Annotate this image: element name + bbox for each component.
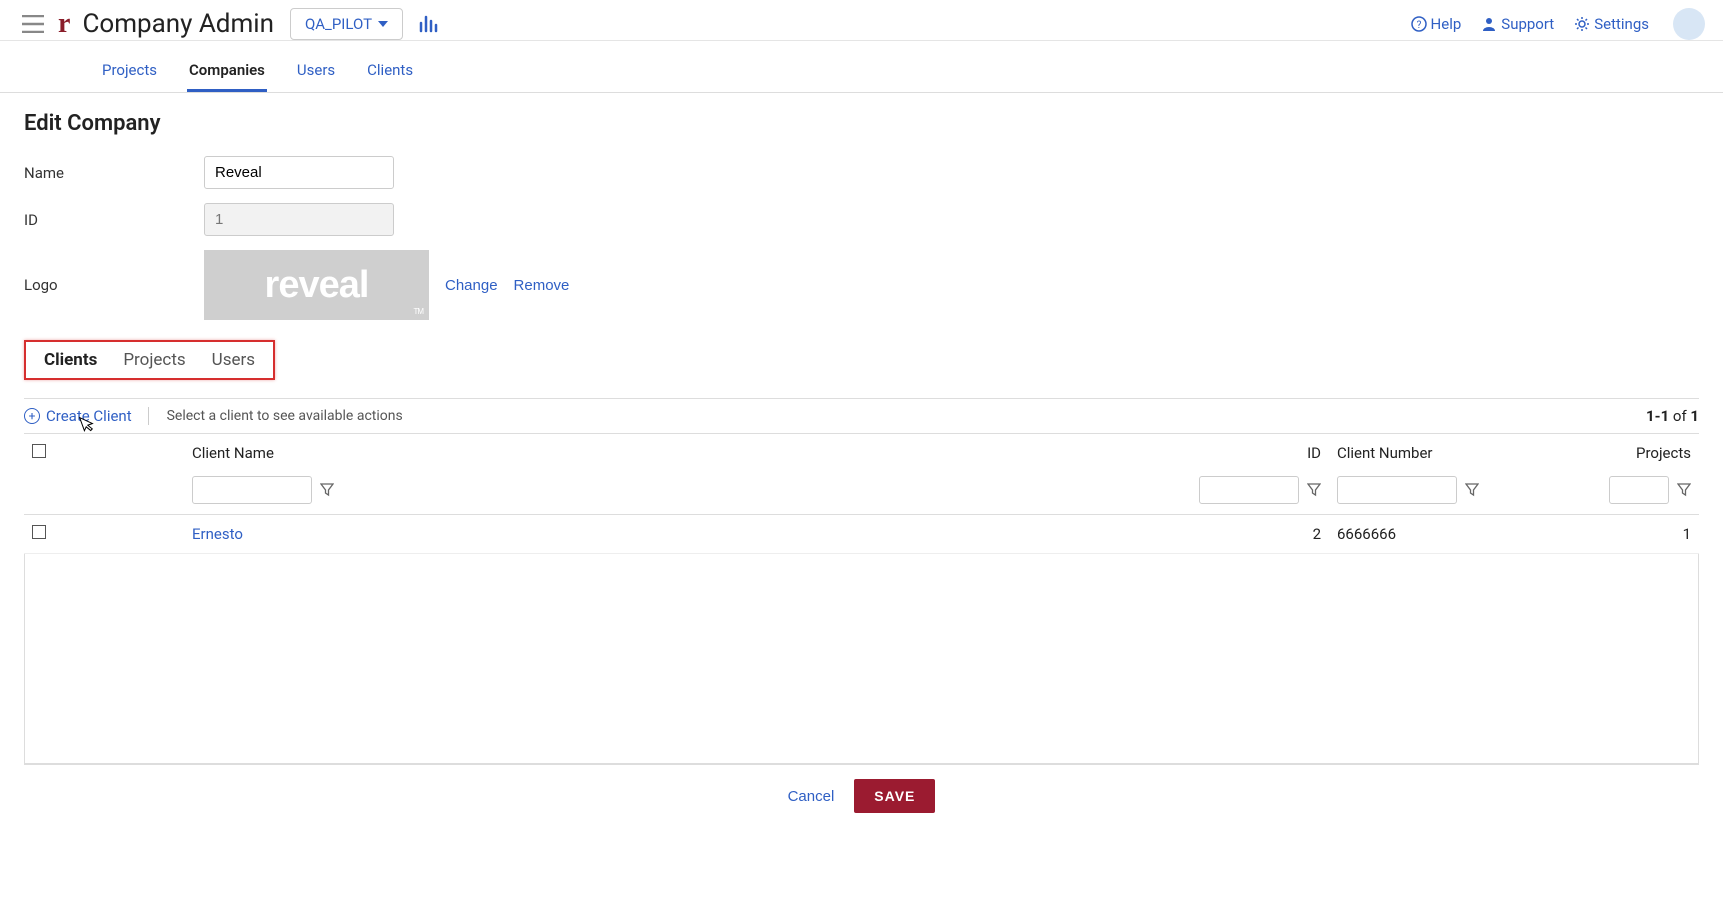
sub-tab-projects[interactable]: Projects xyxy=(115,348,193,372)
table-empty-space xyxy=(24,554,1699,764)
tab-projects[interactable]: Projects xyxy=(100,51,159,92)
table-row[interactable]: Ernesto 2 6666666 1 xyxy=(24,515,1699,554)
select-all-checkbox[interactable] xyxy=(32,444,46,458)
filter-projects[interactable] xyxy=(1609,476,1669,504)
filter-icon[interactable] xyxy=(1677,483,1691,497)
nav-tabs: Projects Companies Users Clients xyxy=(0,41,1723,93)
row-checkbox[interactable] xyxy=(32,525,46,539)
cell-client-number: 6666666 xyxy=(1329,515,1549,554)
environment-dropdown[interactable]: QA_PILOT xyxy=(290,8,403,40)
logo-tm: TM xyxy=(413,307,423,316)
filter-icon[interactable] xyxy=(1307,483,1321,497)
plus-circle-icon: + xyxy=(24,408,40,424)
tab-users[interactable]: Users xyxy=(295,51,337,92)
support-icon xyxy=(1481,16,1497,32)
environment-dropdown-label: QA_PILOT xyxy=(305,15,372,33)
form-row-id: ID xyxy=(24,203,1699,236)
change-logo-button[interactable]: Change xyxy=(445,277,498,294)
col-header-projects[interactable]: Projects xyxy=(1549,434,1699,472)
cell-projects: 1 xyxy=(1549,515,1699,554)
id-field xyxy=(204,203,394,236)
cell-id: 2 xyxy=(1191,515,1329,554)
pager-range: 1-1 xyxy=(1646,407,1669,425)
pager: 1-1 of 1 xyxy=(1646,407,1699,425)
id-label: ID xyxy=(24,211,204,229)
tab-clients[interactable]: Clients xyxy=(365,51,415,92)
brand-logo-icon: r xyxy=(58,8,70,40)
col-header-client-name[interactable]: Client Name xyxy=(184,434,1191,472)
settings-link[interactable]: Settings xyxy=(1574,15,1649,33)
filter-id[interactable] xyxy=(1199,476,1299,504)
action-bar: + Create Client Select a client to see a… xyxy=(24,398,1699,434)
page-title: Edit Company xyxy=(24,111,1699,136)
save-button[interactable]: SAVE xyxy=(854,779,935,813)
filter-client-number[interactable] xyxy=(1337,476,1457,504)
svg-text:?: ? xyxy=(1416,20,1421,31)
sub-tabs: Clients Projects Users xyxy=(24,340,275,380)
logo-label: Logo xyxy=(24,276,204,294)
name-label: Name xyxy=(24,164,204,182)
cancel-button[interactable]: Cancel xyxy=(788,788,835,805)
col-header-id[interactable]: ID xyxy=(1191,434,1329,472)
pager-of: of xyxy=(1669,407,1690,425)
help-label: Help xyxy=(1431,15,1462,33)
topbar-right: ? Help Support Settings xyxy=(1411,8,1705,40)
page-body: Edit Company Name ID Logo reveal TM Chan… xyxy=(0,93,1723,851)
create-client-button[interactable]: + Create Client xyxy=(24,407,149,425)
form-row-logo: Logo reveal TM Change Remove xyxy=(24,250,1699,320)
pager-total: 1 xyxy=(1690,407,1699,425)
col-header-client-number[interactable]: Client Number xyxy=(1329,434,1549,472)
support-link[interactable]: Support xyxy=(1481,15,1554,33)
logo-preview-text: reveal xyxy=(265,264,369,307)
app-title: Company Admin xyxy=(82,9,274,39)
topbar: r Company Admin QA_PILOT ? Help Support … xyxy=(0,0,1723,41)
name-field[interactable] xyxy=(204,156,394,189)
form-row-name: Name xyxy=(24,156,1699,189)
analytics-icon[interactable] xyxy=(419,15,439,33)
col-header-check xyxy=(24,434,184,472)
filter-icon[interactable] xyxy=(320,483,334,497)
clients-table: Client Name ID Client Number Projects xyxy=(24,434,1699,554)
filter-client-name[interactable] xyxy=(192,476,312,504)
action-hint: Select a client to see available actions xyxy=(167,408,403,424)
support-label: Support xyxy=(1501,15,1554,33)
tab-companies[interactable]: Companies xyxy=(187,51,267,92)
client-name-link[interactable]: Ernesto xyxy=(192,525,243,543)
sub-tab-clients[interactable]: Clients xyxy=(36,348,105,372)
remove-logo-button[interactable]: Remove xyxy=(514,277,570,294)
footer-actions: Cancel SAVE xyxy=(24,764,1699,833)
logo-preview: reveal TM xyxy=(204,250,429,320)
sub-tab-users[interactable]: Users xyxy=(204,348,263,372)
avatar[interactable] xyxy=(1673,8,1705,40)
help-link[interactable]: ? Help xyxy=(1411,15,1462,33)
gear-icon xyxy=(1574,16,1590,32)
caret-down-icon xyxy=(378,21,388,27)
hamburger-menu-icon[interactable] xyxy=(18,11,48,37)
help-icon: ? xyxy=(1411,16,1427,32)
settings-label: Settings xyxy=(1594,15,1649,33)
create-client-label: Create Client xyxy=(46,407,132,425)
filter-icon[interactable] xyxy=(1465,483,1479,497)
